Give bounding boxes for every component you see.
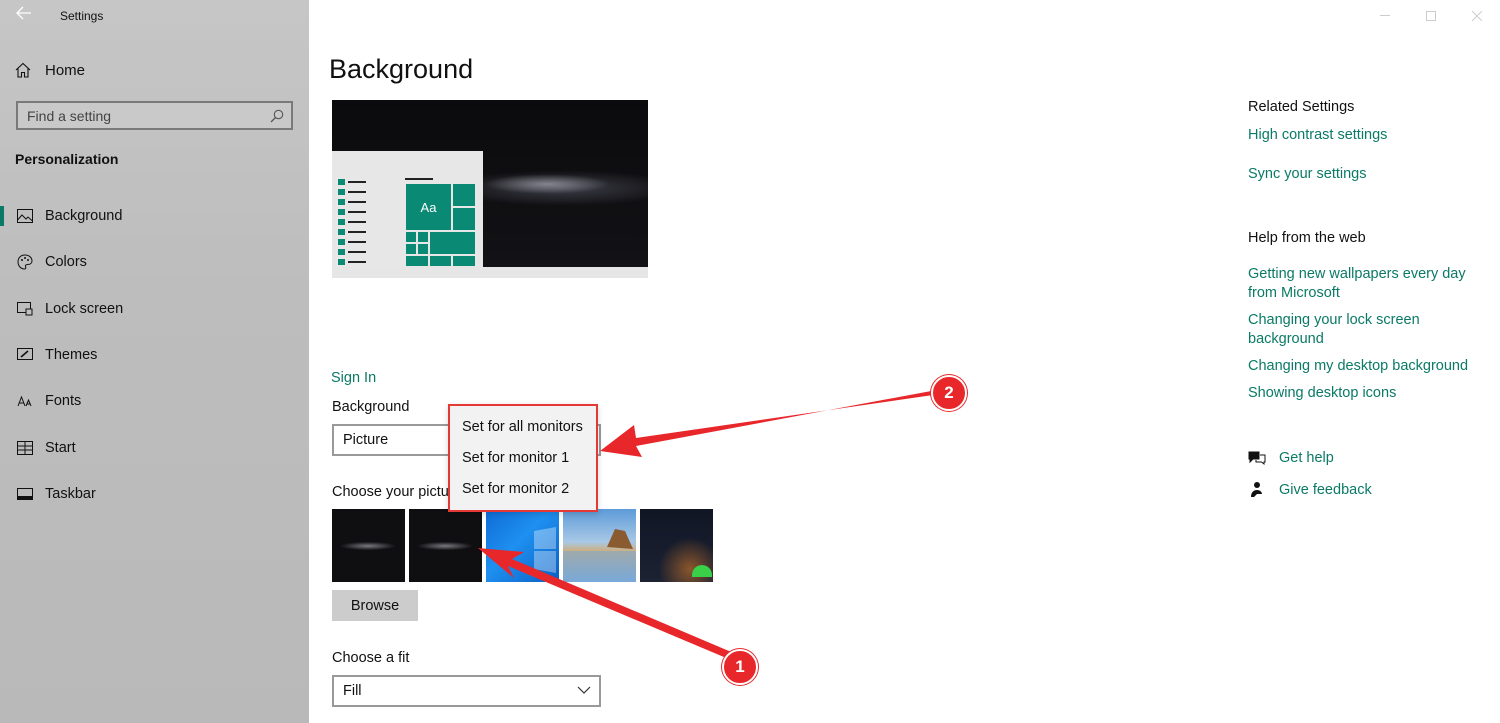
- help-link-desktop-background[interactable]: Changing my desktop background: [1248, 357, 1478, 376]
- search-box[interactable]: [16, 101, 293, 130]
- sidebar-item-start[interactable]: Start: [0, 429, 309, 467]
- choose-fit-label: Choose a fit: [332, 650, 410, 666]
- taskbar-icon: [16, 485, 34, 503]
- home-link[interactable]: Home: [15, 58, 85, 82]
- back-arrow-icon: [16, 6, 31, 20]
- menu-item-set-monitor-2[interactable]: Set for monitor 2: [450, 478, 596, 509]
- preview-app-list: [338, 179, 366, 269]
- page-title: Background: [329, 54, 474, 84]
- sync-settings-link[interactable]: Sync your settings: [1248, 165, 1478, 184]
- search-input[interactable]: [18, 103, 258, 128]
- sidebar-item-label: Fonts: [45, 393, 82, 409]
- sidebar-item-background[interactable]: Background: [0, 197, 309, 235]
- fonts-icon: [16, 392, 34, 410]
- window-controls: [1362, 0, 1500, 32]
- maximize-button[interactable]: [1408, 0, 1454, 32]
- picture-thumbnail-milky-way-1[interactable]: [332, 509, 405, 582]
- menu-item-set-monitor-1[interactable]: Set for monitor 1: [450, 447, 596, 478]
- chevron-down-icon: [577, 683, 591, 701]
- back-button[interactable]: [10, 6, 38, 26]
- search-icon[interactable]: [270, 109, 284, 128]
- help-link-wallpapers[interactable]: Getting new wallpapers every day from Mi…: [1248, 265, 1478, 303]
- sidebar-item-themes[interactable]: Themes: [0, 336, 309, 374]
- home-label: Home: [45, 61, 86, 79]
- background-dropdown-value: Picture: [343, 432, 389, 448]
- sidebar-item-label: Lock screen: [45, 301, 124, 317]
- get-help-link[interactable]: Get help: [1248, 450, 1334, 466]
- feedback-icon: [1248, 481, 1268, 499]
- home-icon: [15, 62, 31, 78]
- sidebar-item-fonts[interactable]: Fonts: [0, 382, 309, 420]
- browse-button[interactable]: Browse: [332, 590, 418, 621]
- lock-screen-icon: [16, 300, 34, 318]
- annotation-badge-1: 1: [722, 649, 758, 685]
- help-heading: Help from the web: [1248, 230, 1366, 246]
- help-link-lock-screen[interactable]: Changing your lock screen background: [1248, 311, 1478, 349]
- section-title: Personalization: [15, 151, 119, 167]
- sidebar-item-colors[interactable]: Colors: [0, 243, 309, 281]
- picture-thumbnail-beach[interactable]: [563, 509, 636, 582]
- annotation-badge-2: 2: [931, 375, 967, 411]
- picture-thumbnail-windows-logo[interactable]: [486, 509, 559, 582]
- sidebar-item-label: Background: [45, 208, 123, 224]
- sign-in-link[interactable]: Sign In: [331, 370, 376, 386]
- fit-dropdown-value: Fill: [343, 683, 362, 699]
- preview-start-menu: Aa: [332, 151, 483, 267]
- app-title: Settings: [60, 9, 104, 23]
- picture-thumbnail-milky-way-2[interactable]: [409, 509, 482, 582]
- title-bar: Settings: [0, 0, 309, 32]
- themes-icon: [16, 346, 34, 364]
- picture-thumbnail-night-tent[interactable]: [640, 509, 713, 582]
- palette-icon: [16, 253, 34, 271]
- sidebar-item-label: Themes: [45, 347, 98, 363]
- related-settings-heading: Related Settings: [1248, 99, 1355, 115]
- start-icon: [16, 439, 34, 457]
- fit-dropdown[interactable]: Fill: [332, 675, 601, 707]
- background-label: Background: [332, 399, 410, 415]
- close-button[interactable]: [1454, 0, 1500, 32]
- sidebar-item-label: Taskbar: [45, 486, 96, 502]
- context-menu: Set for all monitors Set for monitor 1 S…: [448, 404, 598, 512]
- get-help-label: Get help: [1279, 450, 1334, 466]
- picture-thumbnails: [332, 509, 717, 582]
- sidebar-item-lock-screen[interactable]: Lock screen: [0, 290, 309, 328]
- menu-item-set-all-monitors[interactable]: Set for all monitors: [450, 416, 596, 447]
- give-feedback-link[interactable]: Give feedback: [1248, 481, 1372, 499]
- picture-icon: [16, 207, 34, 225]
- sidebar-item-taskbar[interactable]: Taskbar: [0, 475, 309, 513]
- sidebar-item-label: Start: [45, 440, 76, 456]
- help-link-desktop-icons[interactable]: Showing desktop icons: [1248, 384, 1478, 403]
- sidebar: Settings Home Personalization Background…: [0, 0, 309, 723]
- sidebar-item-label: Colors: [45, 254, 87, 270]
- high-contrast-link[interactable]: High contrast settings: [1248, 126, 1478, 145]
- preview-tile-aa: Aa: [405, 183, 452, 231]
- minimize-button[interactable]: [1362, 0, 1408, 32]
- give-feedback-label: Give feedback: [1279, 482, 1372, 498]
- preview-tiles: Aa: [405, 183, 476, 267]
- get-help-icon: [1248, 450, 1268, 466]
- desktop-preview: Aa: [332, 100, 648, 278]
- choose-picture-label: Choose your picture: [332, 484, 462, 500]
